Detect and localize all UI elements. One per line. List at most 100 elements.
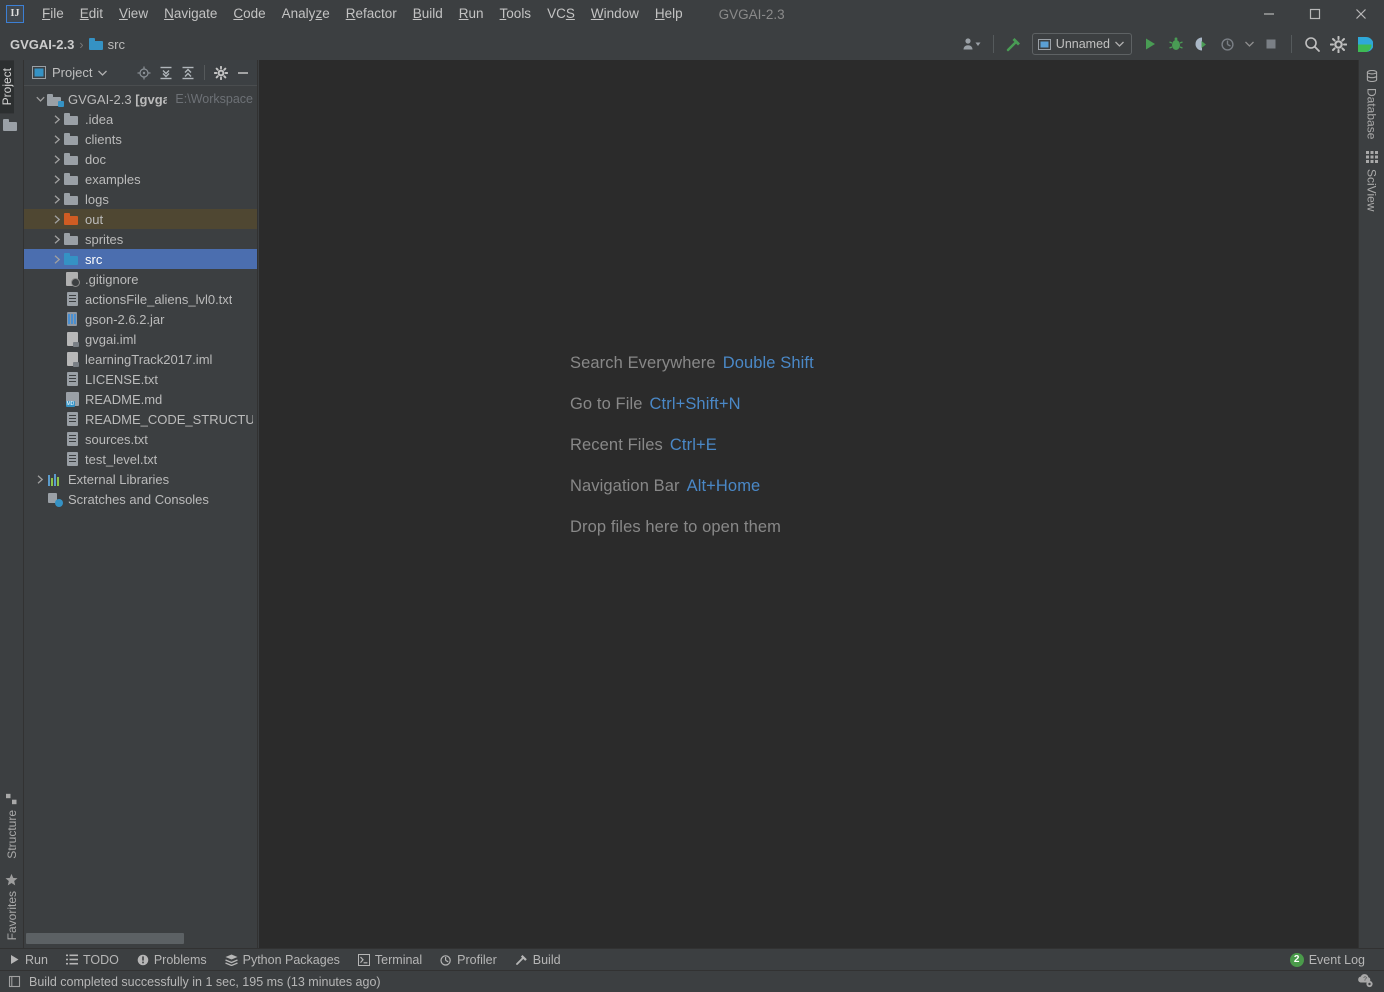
settings-cloud-icon[interactable]: ? [1356, 972, 1374, 991]
tree-row[interactable]: Scratches and Consoles [24, 489, 257, 509]
tree-row-label: LICENSE.txt [85, 371, 158, 387]
sidebar-item-sciview[interactable]: SciView [1365, 145, 1379, 217]
tree-row[interactable]: test_level.txt [24, 449, 257, 469]
hide-icon[interactable] [233, 63, 253, 83]
chevron-right-icon[interactable] [51, 189, 64, 209]
tree-row[interactable]: logs [24, 189, 257, 209]
ide-assistant-icon[interactable] [1352, 32, 1376, 56]
menu-item-tools[interactable]: Tools [492, 0, 540, 28]
tool-window-terminal[interactable]: Terminal [349, 949, 431, 971]
hammer-build-icon[interactable] [1002, 32, 1026, 56]
sidebar-item-structure[interactable]: Structure [5, 786, 19, 867]
minimize-icon[interactable] [1246, 0, 1292, 28]
close-icon[interactable] [1338, 0, 1384, 28]
tree-row-label: actionsFile_aliens_lvl0.txt [85, 291, 233, 307]
tree-no-arrow [51, 349, 64, 369]
tree-row[interactable]: gvgai.iml [24, 329, 257, 349]
editor-hint-text: Navigation Bar [570, 477, 680, 495]
tree-row[interactable]: learningTrack2017.iml [24, 349, 257, 369]
tool-window-todo[interactable]: TODO [57, 949, 128, 971]
tree-row[interactable]: clients [24, 129, 257, 149]
menu-item-run[interactable]: Run [451, 0, 492, 28]
tree-row[interactable]: out [24, 209, 257, 229]
user-account-icon[interactable] [959, 32, 985, 56]
menu-item-help[interactable]: Help [647, 0, 691, 28]
menu-item-edit[interactable]: Edit [72, 0, 111, 28]
breadcrumb-item-project[interactable]: GVGAI-2.3 [10, 37, 74, 52]
left-strip-folder-icon[interactable] [0, 113, 24, 137]
chevron-right-icon[interactable] [51, 109, 64, 129]
settings-gear-icon[interactable] [1326, 32, 1350, 56]
tree-row[interactable]: README.md [24, 389, 257, 409]
tree-row[interactable]: doc [24, 149, 257, 169]
collapse-all-icon[interactable] [178, 63, 198, 83]
menu-item-vcs[interactable]: VCS [539, 0, 583, 28]
chevron-right-icon[interactable] [51, 169, 64, 189]
editor-area[interactable]: Search Everywhere Double Shift Go to File C… [259, 60, 1358, 948]
tool-window-event-log[interactable]: 2 Event Log [1281, 949, 1374, 971]
editor-hint-shortcut: Ctrl+Shift+N [649, 395, 741, 413]
sidebar-item-favorites[interactable]: Favorites [5, 867, 19, 948]
menu-item-refactor[interactable]: Refactor [338, 0, 405, 28]
tree-row[interactable]: examples [24, 169, 257, 189]
menu-item-window[interactable]: Window [583, 0, 647, 28]
project-tree[interactable]: GVGAI-2.3 [gvgai] E:\Workspace .idea client… [24, 86, 257, 930]
chevron-right-icon[interactable] [51, 229, 64, 249]
tree-row[interactable]: README_CODE_STRUCTURE.txt [24, 409, 257, 429]
project-panel-title-group[interactable]: Project [32, 65, 108, 80]
menu-item-file[interactable]: File [34, 0, 72, 28]
breadcrumb: GVGAI-2.3 › src [10, 37, 125, 52]
tree-no-arrow [51, 409, 64, 429]
chevron-right-icon[interactable] [51, 249, 64, 269]
menu-item-analyze[interactable]: Analyze [274, 0, 338, 28]
menu-item-view[interactable]: View [111, 0, 156, 28]
tree-row[interactable]: LICENSE.txt [24, 369, 257, 389]
run-icon[interactable] [1138, 32, 1162, 56]
chevron-right-icon[interactable] [51, 129, 64, 149]
project-panel-title: Project [52, 65, 93, 80]
editor-hint: Navigation Bar Alt+Home [570, 477, 1000, 496]
settings-gear-icon[interactable] [211, 63, 231, 83]
stop-icon[interactable] [1259, 32, 1283, 56]
chevron-down-icon[interactable] [34, 89, 47, 109]
menu-item-code[interactable]: Code [225, 0, 273, 28]
tool-window-build[interactable]: Build [506, 949, 570, 971]
tree-row[interactable]: actionsFile_aliens_lvl0.txt [24, 289, 257, 309]
chevron-right-icon[interactable] [51, 209, 64, 229]
chevron-right-icon[interactable] [51, 149, 64, 169]
tree-row[interactable]: sprites [24, 229, 257, 249]
tree-row[interactable]: gson-2.6.2.jar [24, 309, 257, 329]
search-icon[interactable] [1300, 32, 1324, 56]
tool-window-problems[interactable]: Problems [128, 949, 216, 971]
menu-item-build[interactable]: Build [405, 0, 451, 28]
profiler-icon[interactable] [1216, 32, 1240, 56]
tree-row[interactable]: sources.txt [24, 429, 257, 449]
menu-item-navigate[interactable]: Navigate [156, 0, 225, 28]
tree-row[interactable]: External Libraries [24, 469, 257, 489]
run-configuration-selector[interactable]: Unnamed [1031, 33, 1132, 55]
tree-row-label: clients [85, 131, 122, 147]
chevron-right-icon[interactable] [34, 469, 47, 489]
tool-window-profiler[interactable]: Profiler [431, 949, 506, 971]
tool-window-run[interactable]: Run [0, 949, 57, 971]
sidebar-item-database[interactable]: Database [1365, 64, 1379, 145]
tree-row-label: .gitignore [85, 271, 139, 287]
tree-row[interactable]: .gitignore [24, 269, 257, 289]
debug-icon[interactable] [1164, 32, 1188, 56]
project-horizontal-scrollbar[interactable] [24, 930, 257, 948]
tree-row[interactable]: src [24, 249, 257, 269]
profiler-dropdown-icon[interactable] [1242, 32, 1257, 56]
tree-row[interactable]: .idea [24, 109, 257, 129]
breadcrumb-item-src[interactable]: src [108, 37, 125, 52]
tool-window-python-packages[interactable]: Python Packages [216, 949, 349, 971]
expand-all-icon[interactable] [156, 63, 176, 83]
scrollbar-thumb[interactable] [26, 933, 184, 944]
maximize-icon[interactable] [1292, 0, 1338, 28]
project-icon [32, 66, 46, 79]
sidebar-item-project[interactable]: Project [0, 60, 14, 114]
tool-window-bar-right: 2 Event Log [1281, 949, 1384, 971]
tree-row[interactable]: GVGAI-2.3 [gvgai] E:\Workspace [24, 89, 257, 109]
left-tool-strip: Project Structure Favorites [0, 60, 24, 948]
scroll-from-source-icon[interactable] [134, 63, 154, 83]
run-with-coverage-icon[interactable] [1190, 32, 1214, 56]
